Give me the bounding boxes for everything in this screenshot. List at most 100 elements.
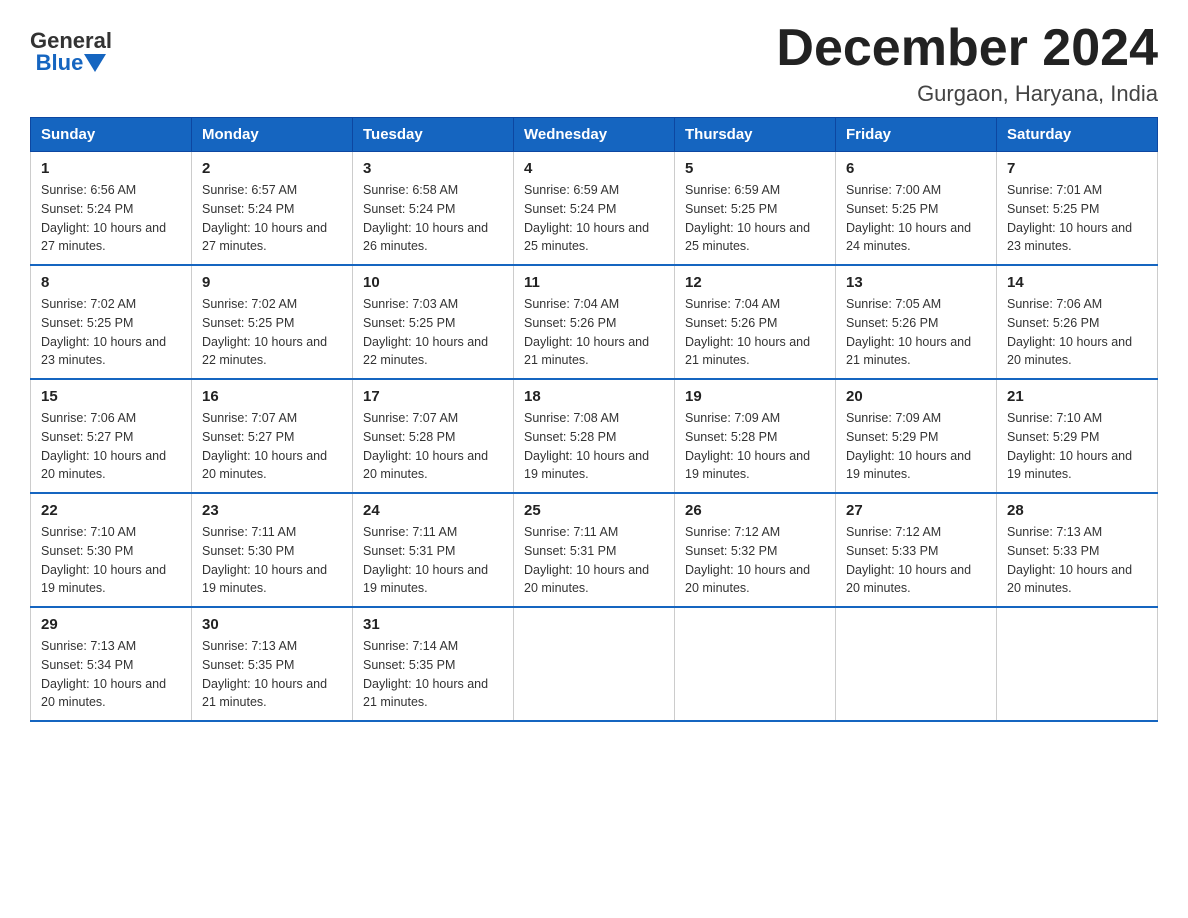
day-number: 21 [1007,388,1147,405]
day-info: Sunrise: 7:11 AMSunset: 5:31 PMDaylight:… [524,525,649,595]
day-number: 5 [685,160,825,177]
day-info: Sunrise: 7:10 AMSunset: 5:29 PMDaylight:… [1007,411,1132,481]
day-number: 17 [363,388,503,405]
calendar-week-5: 29 Sunrise: 7:13 AMSunset: 5:34 PMDaylig… [31,607,1158,721]
day-info: Sunrise: 7:11 AMSunset: 5:30 PMDaylight:… [202,525,327,595]
calendar-week-1: 1 Sunrise: 6:56 AMSunset: 5:24 PMDayligh… [31,152,1158,266]
day-info: Sunrise: 7:09 AMSunset: 5:28 PMDaylight:… [685,411,810,481]
day-number: 2 [202,160,342,177]
calendar-cell: 26 Sunrise: 7:12 AMSunset: 5:32 PMDaylig… [675,493,836,607]
day-number: 27 [846,502,986,519]
day-number: 6 [846,160,986,177]
calendar-cell: 14 Sunrise: 7:06 AMSunset: 5:26 PMDaylig… [997,265,1158,379]
day-info: Sunrise: 7:11 AMSunset: 5:31 PMDaylight:… [363,525,488,595]
calendar-cell: 11 Sunrise: 7:04 AMSunset: 5:26 PMDaylig… [514,265,675,379]
day-info: Sunrise: 7:14 AMSunset: 5:35 PMDaylight:… [363,639,488,709]
day-info: Sunrise: 7:13 AMSunset: 5:35 PMDaylight:… [202,639,327,709]
day-info: Sunrise: 6:59 AMSunset: 5:25 PMDaylight:… [685,183,810,253]
day-number: 9 [202,274,342,291]
day-number: 19 [685,388,825,405]
calendar-cell: 13 Sunrise: 7:05 AMSunset: 5:26 PMDaylig… [836,265,997,379]
day-info: Sunrise: 7:00 AMSunset: 5:25 PMDaylight:… [846,183,971,253]
day-number: 18 [524,388,664,405]
day-info: Sunrise: 7:06 AMSunset: 5:27 PMDaylight:… [41,411,166,481]
calendar-cell: 16 Sunrise: 7:07 AMSunset: 5:27 PMDaylig… [192,379,353,493]
calendar-cell [514,607,675,721]
calendar-cell [836,607,997,721]
header-friday: Friday [836,118,997,152]
day-number: 8 [41,274,181,291]
day-info: Sunrise: 7:06 AMSunset: 5:26 PMDaylight:… [1007,297,1132,367]
calendar-cell: 31 Sunrise: 7:14 AMSunset: 5:35 PMDaylig… [353,607,514,721]
calendar-cell: 4 Sunrise: 6:59 AMSunset: 5:24 PMDayligh… [514,152,675,266]
calendar-cell: 1 Sunrise: 6:56 AMSunset: 5:24 PMDayligh… [31,152,192,266]
calendar-cell: 8 Sunrise: 7:02 AMSunset: 5:25 PMDayligh… [31,265,192,379]
day-number: 23 [202,502,342,519]
calendar-cell: 23 Sunrise: 7:11 AMSunset: 5:30 PMDaylig… [192,493,353,607]
day-number: 29 [41,616,181,633]
calendar-cell: 28 Sunrise: 7:13 AMSunset: 5:33 PMDaylig… [997,493,1158,607]
day-number: 22 [41,502,181,519]
calendar-cell: 20 Sunrise: 7:09 AMSunset: 5:29 PMDaylig… [836,379,997,493]
day-number: 11 [524,274,664,291]
calendar-cell: 22 Sunrise: 7:10 AMSunset: 5:30 PMDaylig… [31,493,192,607]
header-sunday: Sunday [31,118,192,152]
day-info: Sunrise: 7:10 AMSunset: 5:30 PMDaylight:… [41,525,166,595]
day-info: Sunrise: 7:13 AMSunset: 5:33 PMDaylight:… [1007,525,1132,595]
header-thursday: Thursday [675,118,836,152]
calendar-cell: 7 Sunrise: 7:01 AMSunset: 5:25 PMDayligh… [997,152,1158,266]
header-saturday: Saturday [997,118,1158,152]
day-info: Sunrise: 7:05 AMSunset: 5:26 PMDaylight:… [846,297,971,367]
calendar-body: 1 Sunrise: 6:56 AMSunset: 5:24 PMDayligh… [31,152,1158,722]
day-info: Sunrise: 7:04 AMSunset: 5:26 PMDaylight:… [685,297,810,367]
day-info: Sunrise: 7:02 AMSunset: 5:25 PMDaylight:… [41,297,166,367]
calendar-week-4: 22 Sunrise: 7:10 AMSunset: 5:30 PMDaylig… [31,493,1158,607]
calendar-cell: 3 Sunrise: 6:58 AMSunset: 5:24 PMDayligh… [353,152,514,266]
day-info: Sunrise: 6:56 AMSunset: 5:24 PMDaylight:… [41,183,166,253]
day-info: Sunrise: 7:13 AMSunset: 5:34 PMDaylight:… [41,639,166,709]
day-info: Sunrise: 7:04 AMSunset: 5:26 PMDaylight:… [524,297,649,367]
title-block: December 2024 Gurgaon, Haryana, India [776,20,1158,107]
day-number: 28 [1007,502,1147,519]
calendar-week-3: 15 Sunrise: 7:06 AMSunset: 5:27 PMDaylig… [31,379,1158,493]
day-number: 4 [524,160,664,177]
day-number: 24 [363,502,503,519]
logo-icon: General Blue [30,30,112,74]
day-info: Sunrise: 7:12 AMSunset: 5:33 PMDaylight:… [846,525,971,595]
calendar-cell: 27 Sunrise: 7:12 AMSunset: 5:33 PMDaylig… [836,493,997,607]
day-info: Sunrise: 7:07 AMSunset: 5:27 PMDaylight:… [202,411,327,481]
day-info: Sunrise: 7:12 AMSunset: 5:32 PMDaylight:… [685,525,810,595]
calendar-cell: 18 Sunrise: 7:08 AMSunset: 5:28 PMDaylig… [514,379,675,493]
day-info: Sunrise: 6:57 AMSunset: 5:24 PMDaylight:… [202,183,327,253]
calendar-cell: 6 Sunrise: 7:00 AMSunset: 5:25 PMDayligh… [836,152,997,266]
day-info: Sunrise: 6:58 AMSunset: 5:24 PMDaylight:… [363,183,488,253]
day-info: Sunrise: 7:03 AMSunset: 5:25 PMDaylight:… [363,297,488,367]
day-number: 16 [202,388,342,405]
day-info: Sunrise: 7:09 AMSunset: 5:29 PMDaylight:… [846,411,971,481]
logo-text-bottom: Blue [36,52,107,74]
calendar-cell [997,607,1158,721]
calendar-week-2: 8 Sunrise: 7:02 AMSunset: 5:25 PMDayligh… [31,265,1158,379]
calendar-cell: 19 Sunrise: 7:09 AMSunset: 5:28 PMDaylig… [675,379,836,493]
day-number: 3 [363,160,503,177]
day-info: Sunrise: 7:08 AMSunset: 5:28 PMDaylight:… [524,411,649,481]
calendar-cell [675,607,836,721]
calendar-cell: 15 Sunrise: 7:06 AMSunset: 5:27 PMDaylig… [31,379,192,493]
day-info: Sunrise: 7:07 AMSunset: 5:28 PMDaylight:… [363,411,488,481]
calendar-cell: 17 Sunrise: 7:07 AMSunset: 5:28 PMDaylig… [353,379,514,493]
day-number: 12 [685,274,825,291]
calendar-cell: 12 Sunrise: 7:04 AMSunset: 5:26 PMDaylig… [675,265,836,379]
header-wednesday: Wednesday [514,118,675,152]
calendar-cell: 9 Sunrise: 7:02 AMSunset: 5:25 PMDayligh… [192,265,353,379]
day-number: 31 [363,616,503,633]
day-number: 13 [846,274,986,291]
logo-text-top: General [30,30,112,52]
page-header: General Blue December 2024 Gurgaon, Hary… [30,20,1158,107]
calendar-cell: 5 Sunrise: 6:59 AMSunset: 5:25 PMDayligh… [675,152,836,266]
day-number: 15 [41,388,181,405]
calendar-cell: 24 Sunrise: 7:11 AMSunset: 5:31 PMDaylig… [353,493,514,607]
calendar-cell: 2 Sunrise: 6:57 AMSunset: 5:24 PMDayligh… [192,152,353,266]
day-number: 26 [685,502,825,519]
main-title: December 2024 [776,20,1158,77]
header-tuesday: Tuesday [353,118,514,152]
